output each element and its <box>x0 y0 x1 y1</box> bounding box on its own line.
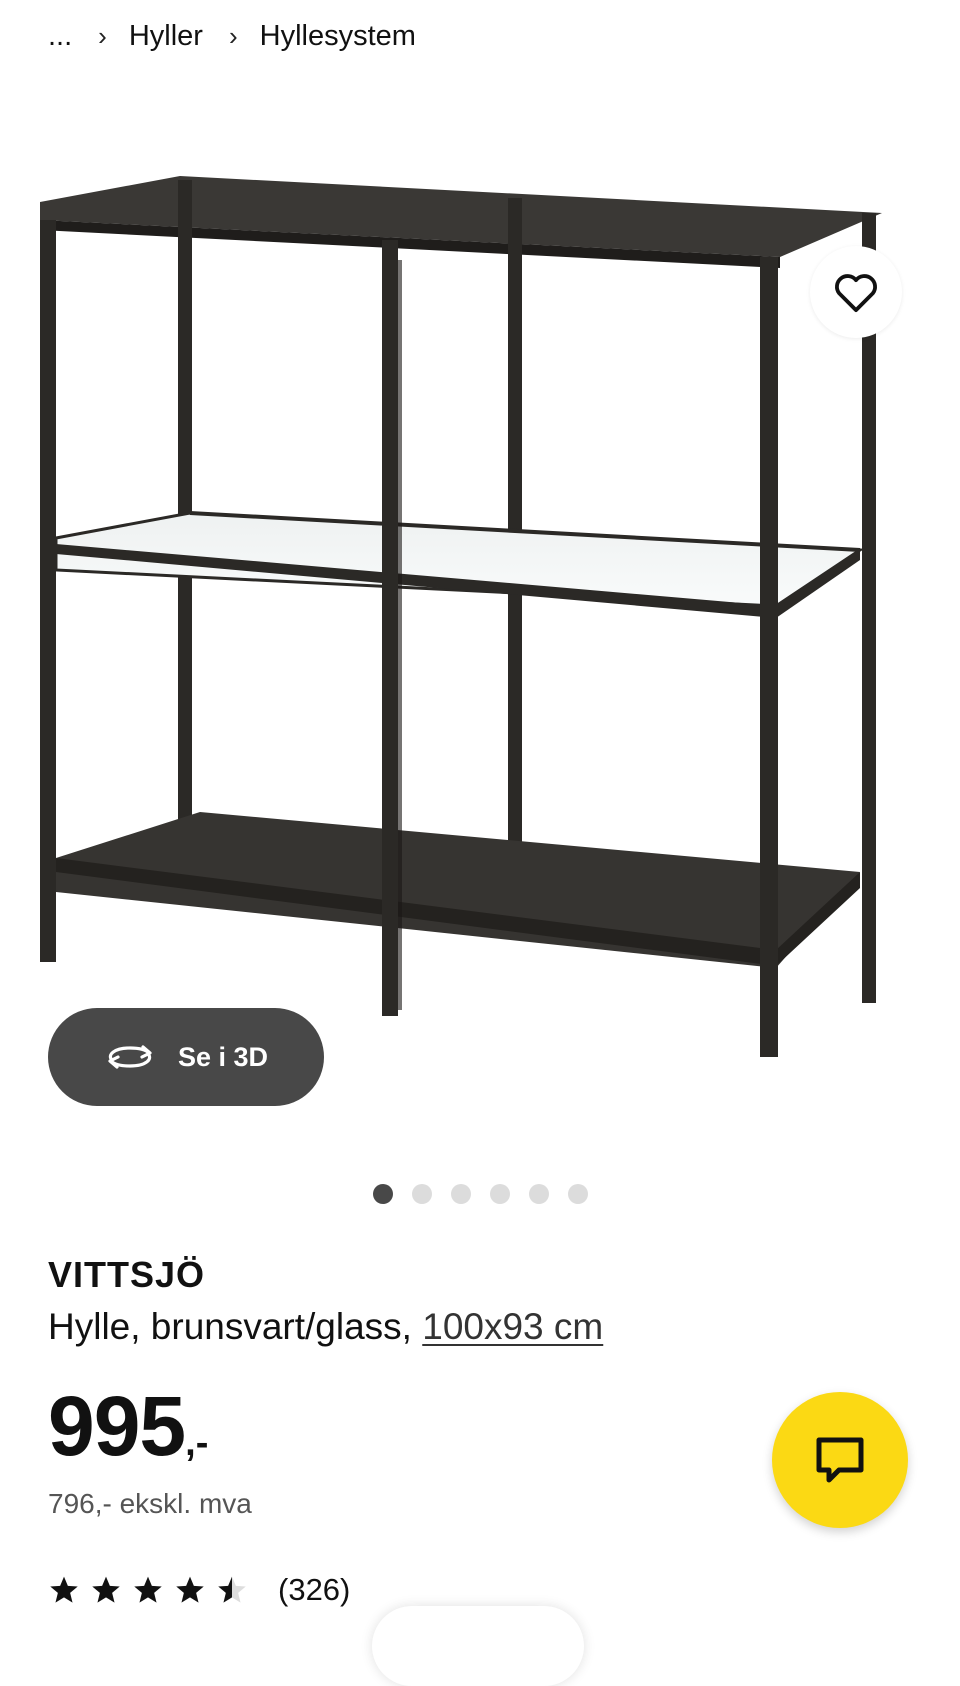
star-icon <box>176 1576 204 1603</box>
add-to-favourites-button[interactable] <box>810 246 902 338</box>
product-image <box>40 176 882 1057</box>
image-carousel-indicator <box>0 1184 960 1206</box>
carousel-dot[interactable] <box>528 1184 549 1204</box>
product-price: 995 ,- <box>48 1384 208 1468</box>
breadcrumb: ... › Hyller › Hyllesystem <box>48 14 416 58</box>
carousel-dot[interactable] <box>567 1184 588 1204</box>
breadcrumb-item-hyllesystem[interactable]: Hyllesystem <box>260 20 416 53</box>
chevron-right-icon: › <box>98 20 107 51</box>
breadcrumb-ellipsis[interactable]: ... <box>48 20 72 53</box>
product-description: Hylle, brunsvart/glass, 100x93 cm <box>48 1306 603 1348</box>
carousel-dot[interactable] <box>372 1184 393 1204</box>
product-image-gallery[interactable]: Se i 3D <box>0 80 960 1204</box>
product-name: VITTSJÖ <box>48 1254 206 1295</box>
product-description-text: Hylle, brunsvart/glass, <box>48 1306 423 1347</box>
chat-icon <box>816 1437 864 1483</box>
carousel-dot[interactable] <box>411 1184 432 1204</box>
breadcrumb-item-hyller[interactable]: Hyller <box>129 20 203 53</box>
rating-stars <box>48 1574 248 1606</box>
star-icon <box>134 1576 162 1603</box>
star-icon <box>50 1576 78 1603</box>
review-count: (326) <box>278 1572 351 1607</box>
price-suffix: ,- <box>185 1422 209 1464</box>
star-half-icon <box>218 1576 246 1603</box>
star-icon <box>92 1576 120 1603</box>
heart-icon <box>835 274 877 313</box>
carousel-dot[interactable] <box>489 1184 510 1204</box>
product-rating[interactable]: (326) <box>48 1568 350 1612</box>
price-amount: 995 <box>48 1379 186 1473</box>
chevron-right-icon: › <box>228 20 238 51</box>
rotate-3d-icon <box>108 1045 152 1069</box>
floating-bottom-button[interactable] <box>372 1606 584 1686</box>
chat-button[interactable] <box>772 1392 908 1528</box>
price-excluding-vat: 796,- ekskl. mva <box>48 1488 252 1519</box>
carousel-dot[interactable] <box>450 1184 471 1204</box>
view-in-3d-button[interactable]: Se i 3D <box>48 1008 324 1106</box>
view-in-3d-label: Se i 3D <box>177 1041 269 1072</box>
product-measurement-link[interactable]: 100x93 cm <box>422 1306 603 1347</box>
